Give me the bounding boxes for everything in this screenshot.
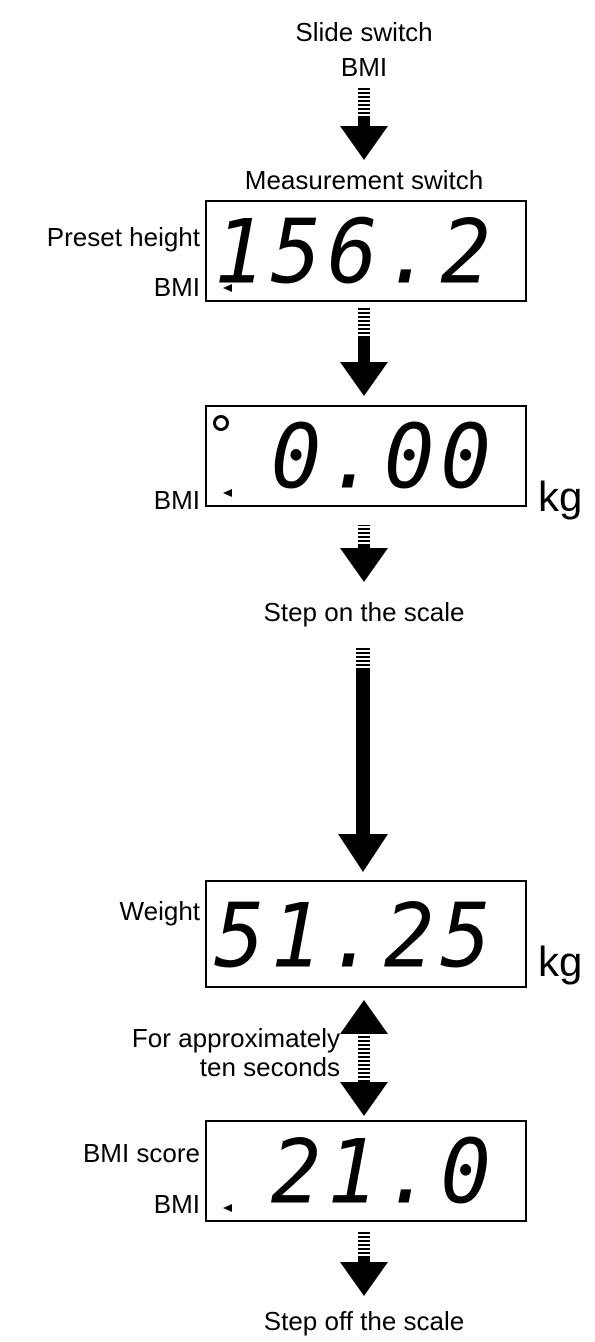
lcd-value: 0.00 xyxy=(270,405,497,509)
down-arrow-icon xyxy=(338,648,388,872)
measurement-switch-label: Measurement switch xyxy=(244,165,484,195)
down-arrow-icon xyxy=(340,525,388,582)
zero-mode-label: BMI xyxy=(153,485,200,515)
slide-switch-label: Slide switch xyxy=(295,17,433,47)
mode-indicator-icon xyxy=(223,489,232,497)
bmi-mode-label: BMI xyxy=(153,1189,200,1219)
lcd-display-zero: 0.00 xyxy=(205,405,527,507)
lcd-display-preset: 156.2 xyxy=(205,200,527,302)
duration-label-line2: ten seconds xyxy=(199,1052,340,1082)
lcd-value: 156.2 xyxy=(214,200,497,304)
preset-mode-label: BMI xyxy=(153,272,200,302)
mode-indicator-icon xyxy=(223,1204,232,1212)
slide-switch-mode: BMI xyxy=(340,52,388,82)
unit-label: kg xyxy=(538,473,583,520)
weight-label: Weight xyxy=(119,896,200,926)
duration-label-line1: For approximately xyxy=(131,1023,340,1053)
lcd-display-weight: 51.25 xyxy=(205,880,527,988)
circle-icon xyxy=(213,415,229,431)
bmi-score-label: BMI score xyxy=(82,1138,200,1168)
unit-label: kg xyxy=(538,938,583,985)
lcd-display-bmi: 21.0 xyxy=(205,1120,527,1222)
double-arrow-icon xyxy=(340,1000,388,1116)
down-arrow-icon xyxy=(340,308,388,396)
lcd-value: 21.0 xyxy=(270,1120,497,1224)
lcd-value: 51.25 xyxy=(214,884,497,988)
down-arrow-icon xyxy=(340,88,388,160)
down-arrow-icon xyxy=(340,1232,388,1296)
step-on-label: Step on the scale xyxy=(263,597,465,627)
step-off-label: Step off the scale xyxy=(263,1306,465,1336)
preset-height-label: Preset height xyxy=(46,222,200,252)
